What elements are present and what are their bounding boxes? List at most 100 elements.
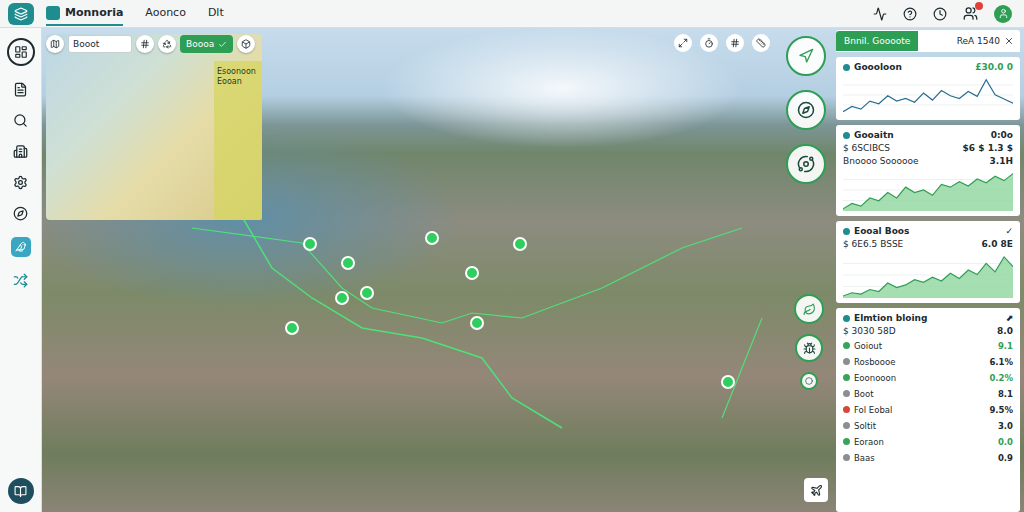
map-pin[interactable] [426, 232, 438, 244]
orbit-icon [797, 155, 815, 173]
avatar[interactable] [994, 5, 1012, 23]
layer-chip[interactable]: Boooa [180, 35, 233, 53]
timer-icon [704, 38, 714, 48]
filter-button[interactable] [136, 35, 154, 53]
app-tab[interactable]: Dlt [208, 2, 224, 25]
close-icon[interactable] [1004, 36, 1014, 46]
dot-icon [805, 377, 813, 385]
notification-badge [975, 2, 983, 10]
map-control[interactable] [786, 144, 826, 184]
panel-header: Bnnil. GooooteReA 1540 [836, 30, 1020, 52]
app-tab[interactable]: Aoonco [145, 2, 186, 25]
map-pin[interactable] [304, 238, 316, 250]
app-tabs: Monnoria Aoonco Dlt [46, 2, 224, 26]
area-chart [843, 169, 1013, 211]
navigation-icon [798, 48, 814, 64]
card-row: $ 3030 58D8.0 [843, 326, 1013, 336]
refresh-button[interactable] [158, 35, 176, 53]
settings-icon[interactable] [13, 175, 28, 190]
map-control[interactable] [795, 334, 823, 362]
panel-tab[interactable]: Bnnil. Goooote [836, 31, 918, 51]
list-row[interactable]: Eoraon0.0 [843, 435, 1013, 448]
sidebar-item[interactable] [7, 38, 35, 66]
logo[interactable] [0, 0, 42, 28]
bird-icon [15, 241, 27, 253]
chart-line [843, 80, 1013, 112]
layers-icon [14, 7, 28, 21]
compass-icon[interactable] [13, 206, 28, 221]
dashboard-icon [14, 45, 28, 59]
activity-icon[interactable] [873, 7, 887, 21]
list-row[interactable]: Fol Eobal9.5% [843, 403, 1013, 416]
status-dot [843, 342, 850, 349]
app-tab[interactable]: Monnoria [46, 2, 123, 26]
grid-icon [730, 38, 740, 48]
map-control[interactable] [800, 372, 818, 390]
status-dot [843, 438, 850, 445]
stat-card: Eooal Boos✓$ 6E6.5 BSSE6.0 8E [836, 221, 1020, 303]
map-control[interactable] [786, 36, 826, 76]
map-pin[interactable] [722, 376, 734, 388]
status-dot [843, 358, 850, 365]
clock-icon[interactable] [933, 7, 947, 21]
map-search[interactable] [68, 35, 132, 53]
book-icon [14, 485, 27, 498]
status-dot [843, 454, 850, 461]
check-icon [218, 40, 227, 49]
map-control[interactable] [752, 34, 770, 52]
building-icon[interactable] [13, 144, 28, 159]
list-row[interactable]: Soltit3.0 [843, 419, 1013, 432]
user-icon [998, 8, 1009, 19]
card-dot [843, 132, 850, 139]
map-pin[interactable] [361, 287, 373, 299]
box-icon [241, 39, 251, 49]
sidebar-item[interactable] [11, 237, 31, 257]
hash-icon [140, 39, 150, 49]
map-area[interactable]: Boooa Esoonoon Eooan [42, 28, 836, 512]
card-dot [843, 64, 850, 71]
sidebar-item[interactable] [8, 478, 34, 504]
top-bar: Monnoria Aoonco Dlt [0, 0, 1024, 28]
card-header: Gooaitn0:0o [843, 130, 1013, 140]
map-pin[interactable] [471, 317, 483, 329]
maximize-icon [678, 38, 688, 48]
map-control[interactable] [786, 90, 826, 130]
layer-button[interactable] [237, 35, 255, 53]
map-control[interactable] [700, 34, 718, 52]
route-line [192, 228, 742, 323]
map-control[interactable] [794, 294, 824, 324]
area-chart [843, 252, 1013, 298]
routes-icon[interactable] [13, 273, 28, 288]
chart-line [843, 174, 1013, 209]
map-button[interactable] [46, 35, 64, 53]
map-control[interactable] [804, 478, 828, 502]
map-pin[interactable] [286, 322, 298, 334]
card-header: Goooloon£30.0 0 [843, 62, 1013, 72]
search-icon[interactable] [13, 113, 28, 128]
status-dot [843, 422, 850, 429]
map-pin[interactable] [336, 292, 348, 304]
list-row[interactable]: Boot8.1 [843, 387, 1013, 400]
map-pin[interactable] [342, 257, 354, 269]
stat-card: Elmtion bloing⬈$ 3030 58D8.0Goiout9.1Ros… [836, 308, 1020, 512]
map-control[interactable] [726, 34, 744, 52]
map-pin[interactable] [514, 238, 526, 250]
list-row[interactable]: Eoonooon0.2% [843, 371, 1013, 384]
line-chart [843, 75, 1013, 115]
stat-card: Gooaitn0:0o$ 6SCIBCS$6 $ 1.3 $Bnoooo Soo… [836, 125, 1020, 216]
document-icon[interactable] [13, 82, 28, 97]
map-pin[interactable] [466, 267, 478, 279]
users-button[interactable] [963, 6, 978, 21]
help-icon[interactable] [903, 7, 917, 21]
list-row[interactable]: Rosboooe6.1% [843, 355, 1013, 368]
list-row[interactable]: Goiout9.1 [843, 339, 1013, 352]
card-row: $ 6SCIBCS$6 $ 1.3 $ [843, 143, 1013, 153]
overlay-card: Esoonoon Eooan [214, 61, 262, 220]
recycle-icon [162, 39, 172, 49]
map-control[interactable] [674, 34, 692, 52]
map-controls [674, 34, 770, 52]
inset-map[interactable]: Boooa Esoonoon Eooan [46, 34, 262, 220]
list-row[interactable]: Baas0.9 [843, 451, 1013, 464]
route-line [722, 318, 762, 418]
map-icon [50, 39, 60, 49]
